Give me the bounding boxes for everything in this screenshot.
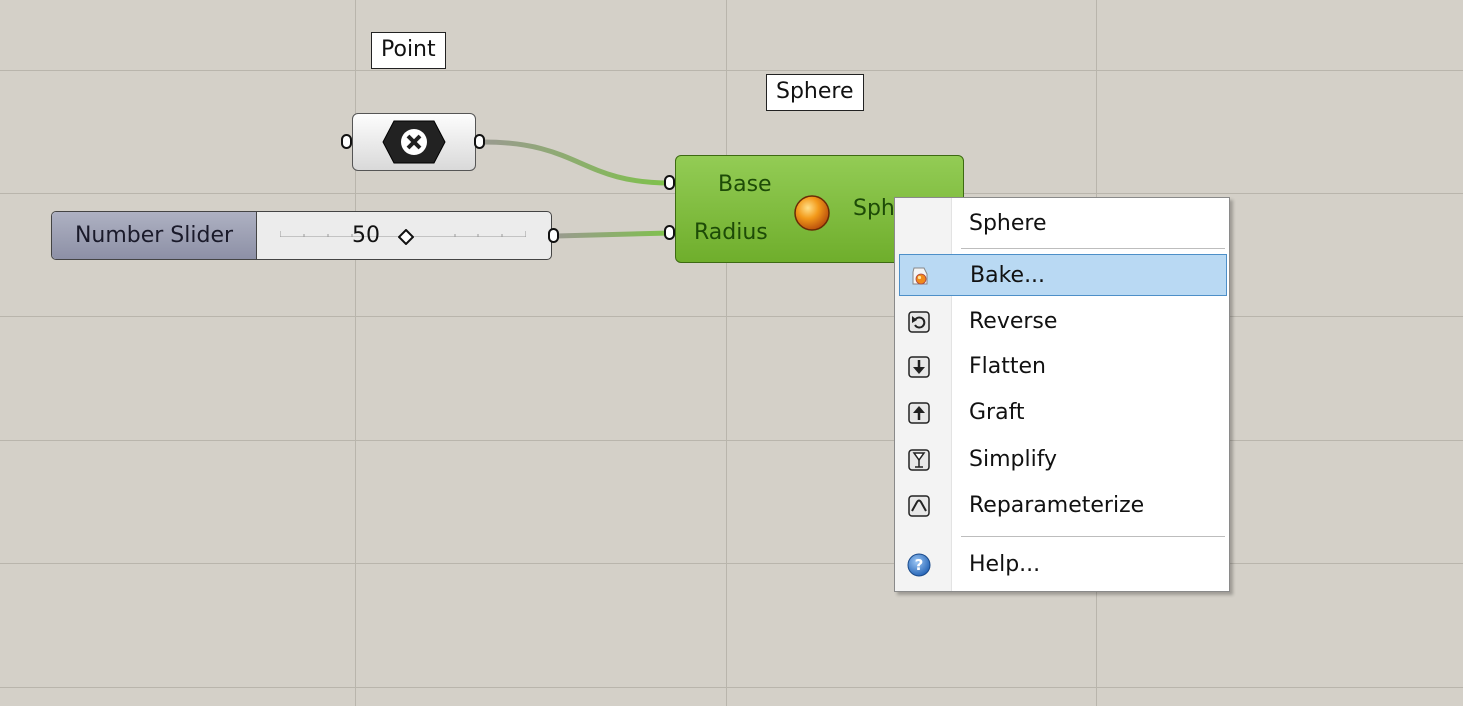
reverse-icon xyxy=(908,311,930,333)
menu-item-simplify[interactable]: Simplify xyxy=(899,439,1227,481)
svg-text:?: ? xyxy=(915,556,924,574)
input-radius-label: Radius xyxy=(694,220,768,245)
wire-point-to-base xyxy=(482,139,671,186)
flatten-icon xyxy=(908,356,930,378)
slider-output-port[interactable] xyxy=(548,228,559,243)
menu-item-label: Help... xyxy=(969,552,1041,577)
menu-title: Sphere xyxy=(969,211,1047,236)
menu-separator xyxy=(961,536,1225,537)
menu-item-reparameterize[interactable]: Reparameterize xyxy=(899,485,1227,527)
help-icon: ? xyxy=(907,553,931,577)
menu-item-help[interactable]: ? Help... xyxy=(899,544,1227,586)
radius-input-port[interactable] xyxy=(664,225,675,240)
sphere-icon xyxy=(794,195,830,231)
menu-item-flatten[interactable]: Flatten xyxy=(899,346,1227,388)
menu-item-label: Simplify xyxy=(969,447,1058,472)
menu-item-reverse[interactable]: Reverse xyxy=(899,301,1227,343)
menu-item-label: Reparameterize xyxy=(969,493,1145,518)
context-menu: Sphere Bake... Reverse Flatten Graft Sim… xyxy=(894,197,1230,592)
graft-icon xyxy=(908,402,930,424)
slider-grip-icon[interactable] xyxy=(398,229,414,245)
input-base-label: Base xyxy=(718,172,772,197)
menu-item-bake[interactable]: Bake... xyxy=(899,254,1227,296)
point-tag: Point xyxy=(371,32,446,69)
point-component[interactable] xyxy=(352,113,476,171)
menu-item-label: Bake... xyxy=(970,263,1046,288)
reparameterize-icon xyxy=(908,495,930,517)
wire-slider-to-radius xyxy=(555,230,671,239)
menu-item-label: Flatten xyxy=(969,354,1046,379)
wires xyxy=(482,139,671,239)
base-input-port[interactable] xyxy=(664,175,675,190)
output-sphere-label: Sph xyxy=(853,196,895,221)
slider-value: 50 xyxy=(352,223,380,248)
number-slider[interactable]: Number Slider 50 xyxy=(51,211,552,260)
cross-hexagon-icon xyxy=(382,120,446,164)
simplify-icon xyxy=(908,449,930,471)
number-slider-label: Number Slider xyxy=(52,212,257,259)
menu-item-label: Reverse xyxy=(969,309,1058,334)
point-output-port[interactable] xyxy=(474,134,485,149)
sphere-tag: Sphere xyxy=(766,74,864,111)
grasshopper-canvas[interactable]: Point Sphere Number Slider 50 Base Radiu… xyxy=(0,0,1463,706)
bake-icon xyxy=(912,267,928,285)
menu-separator xyxy=(961,248,1225,249)
menu-item-graft[interactable]: Graft xyxy=(899,392,1227,434)
point-input-port[interactable] xyxy=(341,134,352,149)
sphere-tag-label: Sphere xyxy=(776,79,854,104)
point-tag-label: Point xyxy=(381,37,436,62)
menu-item-label: Graft xyxy=(969,400,1025,425)
